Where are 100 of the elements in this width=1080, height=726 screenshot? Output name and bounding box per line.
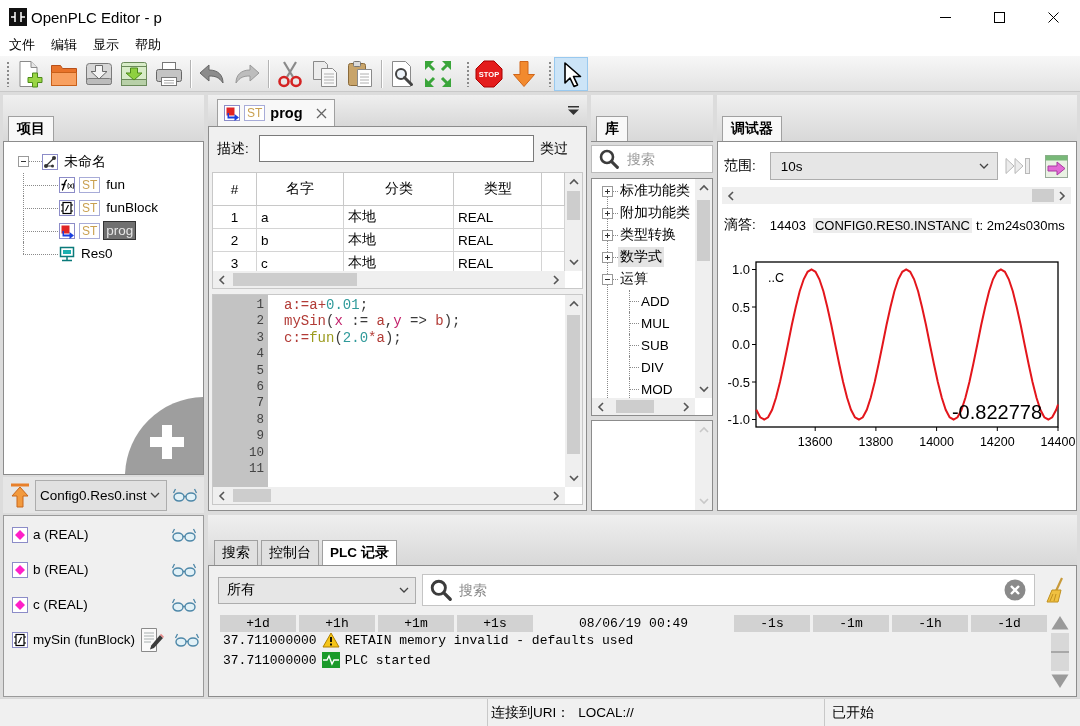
minus-box-icon[interactable]: [18, 156, 29, 167]
time-step-button[interactable]: -1h: [892, 615, 968, 632]
chevron-left-icon[interactable]: [218, 274, 225, 285]
scrollbar-thumb[interactable]: [233, 489, 272, 502]
column-header[interactable]: 名字: [257, 173, 344, 206]
tree-item[interactable]: MUL: [639, 314, 672, 332]
vertical-scrollbar[interactable]: [565, 173, 582, 271]
up-arrow-icon[interactable]: [10, 482, 30, 508]
menu-item[interactable]: 帮助: [127, 36, 169, 54]
scrollbar-thumb[interactable]: [697, 199, 710, 261]
menu-item[interactable]: 编辑: [43, 36, 85, 54]
scrollbar-thumb[interactable]: [615, 400, 654, 413]
horizontal-scrollbar[interactable]: [213, 487, 565, 504]
time-step-button[interactable]: -1s: [734, 615, 810, 632]
time-step-button[interactable]: +1h: [299, 615, 375, 632]
chevron-down-icon[interactable]: [399, 587, 409, 593]
tree-item[interactable]: SUB: [639, 336, 671, 354]
maximize-icon[interactable]: [993, 11, 1005, 23]
filter-dropdown[interactable]: 所有: [218, 576, 416, 604]
chevron-left-icon[interactable]: [597, 401, 604, 412]
export-icon[interactable]: [1044, 154, 1068, 178]
minus-box-icon[interactable]: [602, 273, 613, 285]
time-step-button[interactable]: -1d: [971, 615, 1047, 632]
plus-box-icon[interactable]: [602, 185, 613, 197]
time-step-button[interactable]: +1m: [378, 615, 454, 632]
clear-icon[interactable]: [1004, 579, 1026, 601]
tree-item[interactable]: MOD: [639, 380, 675, 398]
scrollbar-thumb[interactable]: [567, 315, 580, 455]
chevron-right-icon[interactable]: [553, 274, 560, 285]
column-header[interactable]: #: [213, 173, 257, 206]
panel-tab[interactable]: PLC 记录: [322, 540, 397, 565]
tree-item[interactable]: 类型转换: [618, 225, 678, 245]
chevron-up-icon[interactable]: [568, 178, 579, 185]
tree-item[interactable]: Res0: [79, 245, 115, 262]
plus-box-icon[interactable]: [602, 251, 613, 263]
chevron-right-icon[interactable]: [683, 401, 690, 412]
chevron-down-icon[interactable]: [978, 163, 989, 169]
panel-tab[interactable]: 控制台: [261, 540, 319, 565]
glasses-icon[interactable]: [174, 632, 201, 647]
tree-item[interactable]: 未命名: [62, 151, 108, 172]
time-step-button[interactable]: -1m: [813, 615, 889, 632]
glasses-icon[interactable]: [171, 527, 197, 542]
scrollbar-thumb[interactable]: [1031, 189, 1054, 202]
scissors-icon[interactable]: [276, 59, 304, 88]
chevron-down-icon[interactable]: [698, 386, 709, 393]
tree-item[interactable]: ADD: [639, 292, 672, 310]
glasses-icon[interactable]: [171, 597, 197, 612]
copy-icon[interactable]: [311, 59, 339, 88]
tree-item[interactable]: DIV: [639, 358, 666, 376]
scrollbar-thumb[interactable]: [1051, 633, 1069, 671]
column-header[interactable]: 分类: [344, 173, 454, 206]
chevron-left-icon[interactable]: [218, 490, 225, 501]
tree-item[interactable]: 附加功能类: [618, 203, 692, 223]
clipboard-icon[interactable]: [346, 59, 374, 88]
chevron-up-icon[interactable]: [568, 300, 579, 307]
broom-icon[interactable]: [1045, 577, 1065, 603]
chevron-right-icon[interactable]: [1059, 190, 1066, 201]
panel-tab[interactable]: 库: [596, 116, 628, 141]
horizontal-scrollbar[interactable]: [722, 187, 1071, 204]
search-field[interactable]: 搜索: [422, 574, 1035, 606]
tree-item[interactable]: 数学式: [618, 247, 664, 267]
column-header[interactable]: 类型: [454, 173, 542, 206]
triangle-down-icon[interactable]: [1051, 674, 1069, 689]
scrollbar-thumb[interactable]: [233, 273, 358, 286]
dropdown-arrow-icon[interactable]: [568, 106, 579, 115]
minimize-icon[interactable]: [939, 16, 951, 18]
chevron-down-icon[interactable]: [150, 492, 160, 498]
chevron-right-icon[interactable]: [553, 490, 560, 501]
add-icon[interactable]: [125, 397, 203, 474]
horizontal-scrollbar[interactable]: [592, 398, 695, 415]
time-step-button[interactable]: +1s: [457, 615, 533, 632]
notepad-pencil-icon[interactable]: [140, 626, 165, 653]
vertical-scrollbar[interactable]: [695, 179, 712, 398]
menu-item[interactable]: 文件: [1, 36, 43, 54]
horizontal-scrollbar[interactable]: [213, 271, 565, 288]
printer-icon[interactable]: [155, 59, 183, 88]
vertical-scrollbar[interactable]: [1049, 615, 1071, 689]
panel-tab[interactable]: 搜索: [214, 540, 258, 565]
plus-box-icon[interactable]: [602, 207, 613, 219]
chevron-left-icon[interactable]: [727, 190, 734, 201]
editor-tab[interactable]: ST prog: [217, 99, 335, 126]
cursor-icon[interactable]: [555, 57, 587, 90]
glasses-icon[interactable]: [171, 562, 197, 577]
time-step-button[interactable]: +1d: [220, 615, 296, 632]
instance-dropdown[interactable]: Config0.Res0.inst: [35, 479, 167, 511]
tree-item[interactable]: funBlock: [104, 199, 161, 216]
tree-item[interactable]: fun: [104, 176, 128, 193]
range-dropdown[interactable]: 10s: [769, 152, 998, 180]
expand-arrows-icon[interactable]: [424, 59, 452, 88]
down-arrow-icon[interactable]: [510, 59, 538, 88]
search-field[interactable]: 搜索: [591, 145, 713, 173]
triangle-up-icon[interactable]: [1051, 615, 1069, 630]
chevron-down-icon[interactable]: [568, 475, 579, 482]
glasses-icon[interactable]: [172, 488, 198, 502]
tree-item[interactable]: 运算: [618, 269, 650, 289]
plus-box-icon[interactable]: [602, 229, 613, 241]
tree-item[interactable]: 标准功能类: [618, 181, 692, 201]
scrollbar-thumb[interactable]: [567, 191, 580, 221]
close-icon[interactable]: [1047, 11, 1059, 23]
vertical-scrollbar[interactable]: [565, 295, 582, 487]
